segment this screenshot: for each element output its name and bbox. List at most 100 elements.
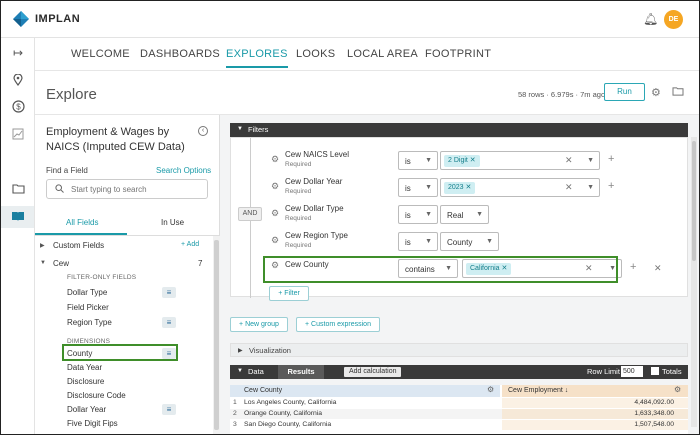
required-label: Required [285,215,312,222]
cew-group[interactable]: ▼ Cew 7 [35,258,213,270]
filter-icon[interactable]: ≡ [162,404,176,415]
caret-down-icon[interactable]: ▼ [237,368,243,374]
tab-footprint[interactable]: FOOTPRINT [425,48,491,60]
add-filter-button[interactable]: + Filter [269,286,309,301]
run-button[interactable]: Run [604,83,645,101]
field-field-picker[interactable]: Field Picker [67,303,109,312]
field-disclosure-code[interactable]: Disclosure Code [67,391,126,400]
implan-logo-icon[interactable] [12,10,30,28]
tab-all-fields[interactable]: All Fields [66,218,98,227]
county-cell: San Diego County, California [244,421,332,428]
value-select[interactable]: Real ▼ [440,205,489,224]
folder-icon[interactable] [9,180,27,198]
filter-value-field[interactable]: 2023 ✕ ✕ ▼ [440,178,600,197]
open-book-icon[interactable] [1,206,34,228]
table-row[interactable]: 1 Los Angeles County, California 4,484,0… [230,398,688,408]
operator-select[interactable]: is ▼ [398,232,438,251]
value-select[interactable]: County ▼ [440,232,499,251]
column-header-label: Cew Employment ↓ [508,387,569,394]
field-dollar-type[interactable]: Dollar Type [67,288,107,297]
svg-text:$: $ [16,103,21,112]
tab-explores[interactable]: EXPLORES [226,48,288,68]
gear-icon[interactable]: ⚙ [271,208,279,219]
scrollbar-thumb[interactable] [214,240,219,430]
field-five-digit-fips[interactable]: Five Digit Fips [67,419,118,428]
gear-icon[interactable]: ⚙ [487,385,494,394]
gear-icon[interactable]: ⚙ [271,154,279,165]
filters-section-bar[interactable]: ▼ Filters [230,123,688,137]
field-list-scrollbar[interactable] [213,236,220,434]
value-chip[interactable]: 2023 ✕ [444,182,476,194]
add-value-icon[interactable]: + [608,153,614,165]
table-row[interactable]: 3 San Diego County, California 1,507,548… [230,420,688,430]
add-value-icon[interactable]: + [608,180,614,192]
new-group-button[interactable]: + New group [230,317,288,332]
filter-field-name: Cew Dollar Year [285,177,343,186]
tab-dashboards[interactable]: DASHBOARDS [140,48,220,60]
add-custom-field-link[interactable]: + Add [181,241,199,248]
and-operator[interactable]: AND [238,207,262,221]
field-disclosure[interactable]: Disclosure [67,377,104,386]
visualization-section-bar[interactable]: ▶ Visualization [230,343,688,357]
column-header-cew-county[interactable]: Cew County [230,385,500,397]
close-icon[interactable]: ✕ [565,155,573,166]
scrollbar-thumb[interactable] [692,141,696,261]
dollar-circle-icon[interactable]: $ [9,98,27,116]
map-pin-icon[interactable] [9,71,27,89]
field-dollar-year[interactable]: Dollar Year [67,405,106,414]
gear-icon[interactable]: ⚙ [651,86,661,99]
field-search-box[interactable] [46,179,208,199]
field-search-input[interactable] [71,183,201,196]
app-name[interactable]: IMPLAN [35,13,80,25]
add-value-icon[interactable]: + [630,261,636,273]
data-section-title[interactable]: Data [248,365,264,379]
field-data-year[interactable]: Data Year [67,363,102,372]
add-calculation-button[interactable]: Add calculation [344,367,402,377]
avatar[interactable]: DE [664,10,683,29]
close-icon[interactable]: ✕ [565,182,573,193]
search-options-link[interactable]: Search Options [156,166,211,175]
column-header-cew-employment[interactable]: Cew Employment ↓ [502,385,688,397]
row-limit-label: Row Limit [587,367,620,376]
filter-value-field[interactable]: 2 Digit ✕ ✕ ▼ [440,151,600,170]
filter-rule: ⚙ Cew Dollar Year Required is ▼ 2023 ✕ ✕ … [271,175,671,202]
gear-icon[interactable]: ⚙ [271,181,279,192]
field-region-type[interactable]: Region Type [67,318,112,327]
operator-value: is [405,238,411,247]
bell-icon[interactable]: 🔔︎ [643,12,658,26]
chevron-down-icon[interactable]: ▼ [587,157,594,164]
chart-line-icon[interactable] [9,125,27,143]
operator-select[interactable]: is ▼ [398,151,438,170]
custom-expression-button[interactable]: + Custom expression [296,317,380,332]
app-frame: IMPLAN 🔔︎ DE ↦ $ WELCOME DASHBOARDS EXPL… [0,0,700,435]
employment-cell: 4,484,092.00 [634,399,674,406]
row-limit-input[interactable]: 500 [621,366,643,377]
results-tab[interactable]: Results [278,365,324,379]
folder-icon[interactable] [672,86,684,99]
tab-local-area[interactable]: LOCAL AREA [347,48,418,60]
chevron-down-icon[interactable]: ▼ [587,184,594,191]
arrow-right-to-line-icon[interactable]: ↦ [9,44,27,62]
field-tabs: All Fields In Use [35,208,220,236]
tab-welcome[interactable]: WELCOME [71,48,130,60]
cew-group-label: Cew [53,259,70,268]
filter-icon[interactable]: ≡ [162,317,176,328]
remove-filter-icon[interactable]: ✕ [654,263,662,274]
query-panel-scrollbar[interactable] [691,137,697,427]
totals-checkbox[interactable] [651,367,659,375]
visualization-section-title: Visualization [249,346,291,355]
operator-select[interactable]: is ▼ [398,205,438,224]
employment-cell: 1,633,348.00 [634,410,674,417]
gear-icon[interactable]: ⚙ [271,235,279,246]
custom-fields-group[interactable]: ▶ Custom Fields + Add [35,240,213,252]
employment-cell: 1,507,548.00 [634,421,674,428]
table-row[interactable]: 2 Orange County, California 1,633,348.00 [230,409,688,419]
tab-in-use[interactable]: In Use [161,218,184,227]
required-label: Required [285,242,312,249]
chevron-left-icon[interactable]: ‹ [198,126,208,136]
gear-icon[interactable]: ⚙ [674,385,681,394]
value-chip[interactable]: 2 Digit ✕ [444,155,480,167]
tab-looks[interactable]: LOOKS [296,48,335,60]
filter-icon[interactable]: ≡ [162,287,176,298]
operator-select[interactable]: is ▼ [398,178,438,197]
